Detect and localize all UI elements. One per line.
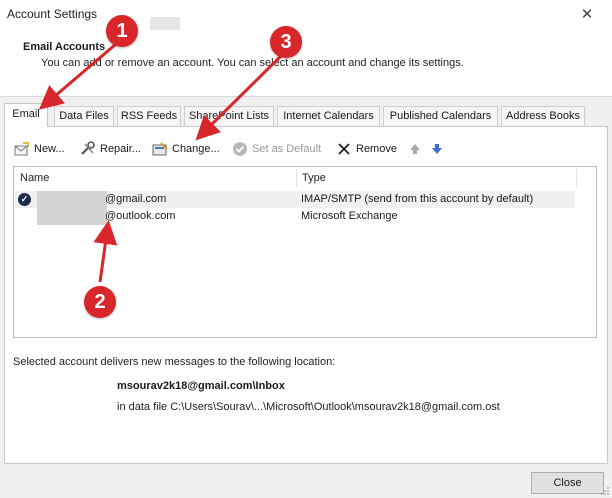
annotation-badge-1: 1 [106, 15, 138, 47]
repair-button[interactable]: Repair... [80, 139, 141, 159]
move-up-button[interactable] [407, 139, 427, 159]
set-default-button-label: Set as Default [252, 143, 322, 155]
tab-address-books[interactable]: Address Books [501, 106, 585, 126]
delivery-location-label: Selected account delivers new messages t… [13, 356, 336, 368]
window-title: Account Settings [7, 7, 98, 21]
new-button[interactable]: New... [14, 139, 65, 159]
title-bar: Account Settings ✕ [0, 0, 612, 37]
set-default-button[interactable]: Set as Default [232, 139, 321, 159]
redacted-username [37, 208, 107, 225]
new-account-icon [14, 141, 30, 157]
move-down-button[interactable] [429, 139, 449, 159]
repair-button-label: Repair... [100, 143, 141, 155]
arrow-up-icon [407, 141, 423, 157]
delivery-data-file-path: in data file C:\Users\Sourav\...\Microso… [117, 401, 500, 413]
close-icon[interactable]: ✕ [578, 6, 596, 24]
column-header-name[interactable]: Name [14, 167, 296, 189]
check-circle-icon [232, 141, 248, 157]
column-header-type[interactable]: Type [296, 167, 576, 189]
account-type: IMAP/SMTP (send from this account by def… [301, 193, 534, 205]
toolbar: New... Repair... Change... Set as Defaul… [14, 139, 514, 159]
tab-internet-calendars[interactable]: Internet Calendars [277, 106, 380, 126]
tab-rss-feeds[interactable]: RSS Feeds [117, 106, 181, 126]
change-button[interactable]: Change... [152, 139, 220, 159]
redacted-username [37, 191, 107, 208]
tab-strip: Email Data Files RSS Feeds SharePoint Li… [4, 103, 608, 127]
column-divider[interactable] [576, 169, 577, 187]
annotation-badge-3: 3 [270, 26, 302, 58]
resize-grip-icon[interactable] [600, 486, 610, 496]
new-button-label: New... [34, 143, 65, 155]
account-row-outlook[interactable]: @outlook.com Microsoft Exchange [15, 208, 575, 225]
change-button-label: Change... [172, 143, 220, 155]
delivery-folder: msourav2k18@gmail.com\Inbox [117, 380, 285, 392]
footer-bar [0, 466, 612, 498]
section-description: You can add or remove an account. You ca… [41, 57, 464, 69]
account-type: Microsoft Exchange [301, 210, 398, 222]
account-name: @outlook.com [105, 210, 176, 222]
arrow-down-icon [429, 141, 445, 157]
remove-button-label: Remove [356, 143, 397, 155]
account-row-gmail[interactable]: ✓ @gmail.com IMAP/SMTP (send from this a… [15, 191, 575, 208]
tab-data-files[interactable]: Data Files [54, 106, 114, 126]
wrench-icon [80, 141, 96, 157]
tab-email[interactable]: Email [4, 103, 48, 127]
remove-x-icon [336, 141, 352, 157]
tab-sharepoint-lists[interactable]: SharePoint Lists [184, 106, 274, 126]
close-button[interactable]: Close [531, 472, 604, 494]
change-account-icon [152, 141, 168, 157]
account-settings-window: Account Settings ✕ Email Accounts You ca… [0, 0, 612, 498]
account-name: @gmail.com [105, 193, 167, 205]
annotation-badge-2: 2 [84, 286, 116, 318]
tab-published-calendars[interactable]: Published Calendars [383, 106, 498, 126]
section-title: Email Accounts [23, 41, 106, 53]
remove-button[interactable]: Remove [336, 139, 397, 159]
default-account-check-icon: ✓ [18, 193, 31, 206]
header-area: Email Accounts You can add or remove an … [0, 30, 612, 96]
